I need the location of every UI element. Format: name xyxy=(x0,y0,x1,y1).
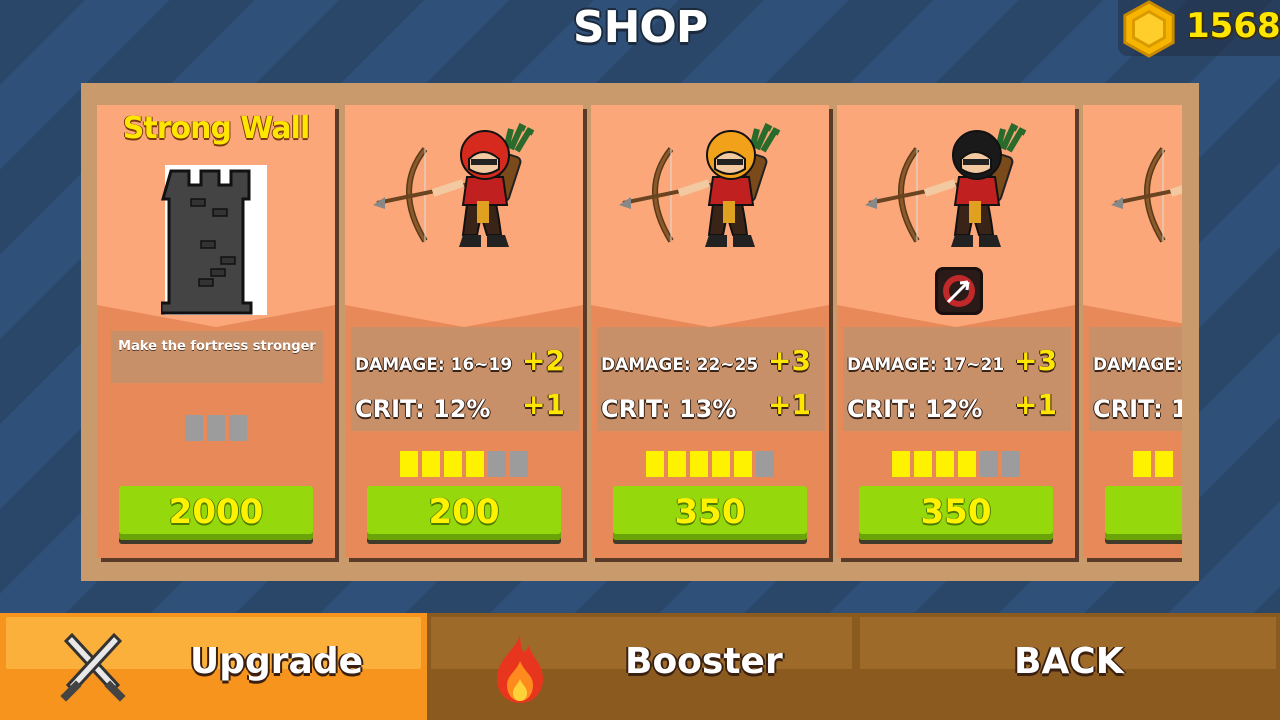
level-pip xyxy=(734,451,752,477)
coin-amount: 1568 xyxy=(1186,6,1280,46)
level-pip xyxy=(980,451,998,477)
gold-coin-icon xyxy=(1123,0,1175,58)
level-bar xyxy=(1083,451,1182,477)
damage-bonus: +3 xyxy=(1014,344,1057,377)
buy-button[interactable]: 350 xyxy=(613,486,807,540)
damage-label: DAMAGE: 17~21 xyxy=(847,355,1005,375)
card-archer-red[interactable]: DAMAGE: 16~19 +2 CRIT: 12% +1 200 xyxy=(345,105,583,558)
shop-title: SHOP xyxy=(572,2,708,53)
card-strong-wall[interactable]: Strong Wall Make the fortress stronger 2… xyxy=(97,105,335,558)
level-pip xyxy=(690,451,708,477)
level-pip xyxy=(1002,451,1020,477)
level-pip xyxy=(185,415,203,441)
level-pip xyxy=(488,451,506,477)
card-archer-masked[interactable]: DAMAGE: 17~21 +3 CRIT: 12% +1 350 xyxy=(837,105,1075,558)
back-label: BACK xyxy=(1014,641,1124,682)
level-pip xyxy=(936,451,954,477)
level-bar xyxy=(837,451,1075,477)
stats-box: DAMAGE: CRIT: 1 xyxy=(1089,327,1182,431)
level-pip xyxy=(444,451,462,477)
shop-panel: Strong Wall Make the fortress stronger 2… xyxy=(81,83,1199,581)
level-pip xyxy=(1155,451,1173,477)
damage-bonus: +3 xyxy=(768,344,811,377)
card-title: Strong Wall xyxy=(122,111,310,146)
back-button[interactable]: BACK xyxy=(856,613,1280,720)
crossed-swords-icon xyxy=(60,632,126,702)
level-pip xyxy=(712,451,730,477)
level-pip xyxy=(892,451,910,477)
level-pip xyxy=(229,415,247,441)
stats-box: DAMAGE: 22~25 +3 CRIT: 13% +1 xyxy=(597,327,825,431)
buy-button[interactable]: 350 xyxy=(859,486,1053,540)
tower-icon xyxy=(161,165,267,315)
tab-upgrade-label: Upgrade xyxy=(190,641,364,682)
card-archer-pink[interactable]: DAMAGE: CRIT: 1 1 xyxy=(1083,105,1182,558)
crit-label: CRIT: 12% xyxy=(847,395,983,423)
level-pip xyxy=(510,451,528,477)
level-bar xyxy=(345,451,583,477)
buy-button[interactable]: 1 xyxy=(1105,486,1182,540)
level-pip xyxy=(668,451,686,477)
crit-label: CRIT: 1 xyxy=(1093,395,1182,423)
level-pip xyxy=(466,451,484,477)
archer-pink-icon xyxy=(1111,147,1182,243)
damage-bonus: +2 xyxy=(522,344,565,377)
crit-bonus: +1 xyxy=(768,388,811,421)
level-bar xyxy=(591,451,829,477)
card-archer-orange[interactable]: DAMAGE: 22~25 +3 CRIT: 13% +1 350 xyxy=(591,105,829,558)
archer-red-icon xyxy=(373,122,535,247)
level-pip xyxy=(756,451,774,477)
level-pip xyxy=(207,415,225,441)
stats-box: DAMAGE: 16~19 +2 CRIT: 12% +1 xyxy=(351,327,579,431)
crit-bonus: +1 xyxy=(1014,388,1057,421)
crit-bonus: +1 xyxy=(522,388,565,421)
level-pip xyxy=(646,451,664,477)
level-pip xyxy=(400,451,418,477)
damage-label: DAMAGE: 16~19 xyxy=(355,355,513,375)
level-pip xyxy=(958,451,976,477)
coin-counter: 1568 xyxy=(1118,0,1280,58)
tab-upgrade[interactable]: Upgrade xyxy=(0,613,427,720)
damage-label: DAMAGE: xyxy=(1093,355,1182,375)
buy-button[interactable]: 2000 xyxy=(119,486,313,540)
level-pip xyxy=(914,451,932,477)
crit-label: CRIT: 13% xyxy=(601,395,737,423)
archer-masked-icon xyxy=(865,122,1027,247)
buy-button[interactable]: 200 xyxy=(367,486,561,540)
archer-orange-icon xyxy=(619,122,781,247)
tab-booster-label: Booster xyxy=(625,641,783,682)
damage-label: DAMAGE: 22~25 xyxy=(601,355,759,375)
fire-icon xyxy=(497,635,543,703)
level-bar xyxy=(97,415,335,441)
level-pip xyxy=(422,451,440,477)
level-pip xyxy=(1133,451,1151,477)
bottom-tab-bar: Upgrade Booster BACK xyxy=(0,613,1280,720)
card-scroller[interactable]: Strong Wall Make the fortress stronger 2… xyxy=(97,105,1182,565)
tab-booster[interactable]: Booster xyxy=(427,613,856,720)
card-description: Make the fortress stronger xyxy=(111,331,323,383)
crit-label: CRIT: 12% xyxy=(355,395,491,423)
stats-box: DAMAGE: 17~21 +3 CRIT: 12% +1 xyxy=(843,327,1071,431)
arrow-skill-icon[interactable] xyxy=(935,267,983,315)
